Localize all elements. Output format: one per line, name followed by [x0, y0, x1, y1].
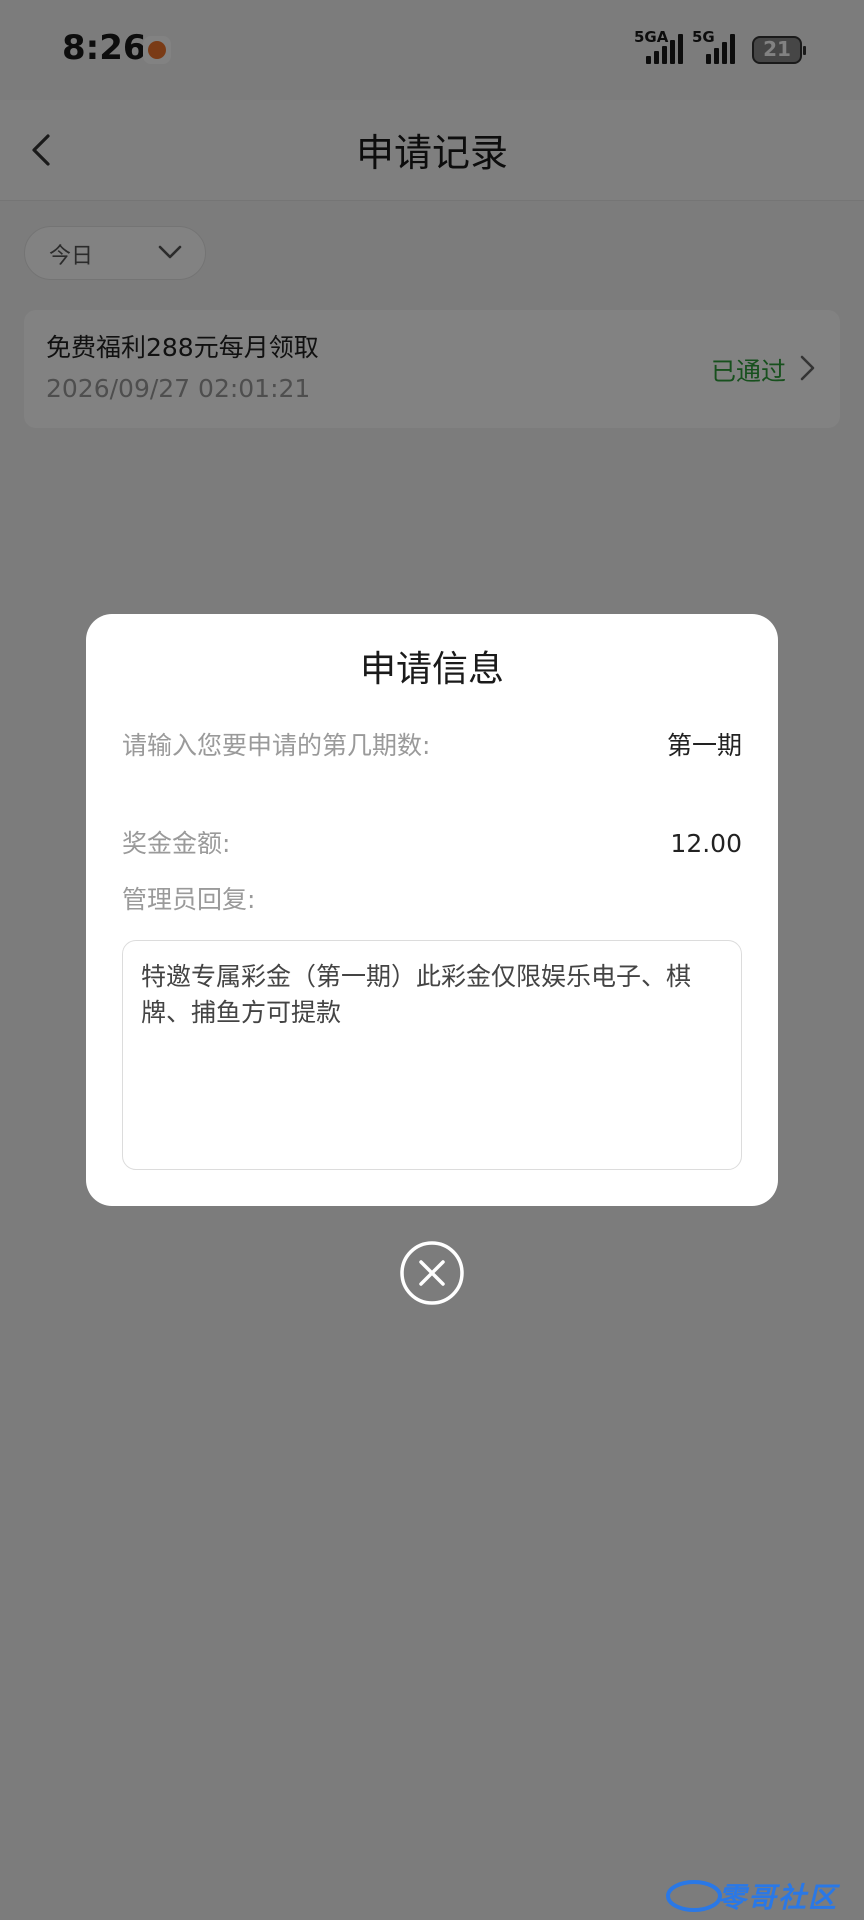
amount-value: 12.00 — [670, 829, 742, 858]
period-label: 请输入您要申请的第几期数: — [122, 731, 431, 760]
amount-label: 奖金金额: — [122, 829, 231, 858]
period-value: 第一期 — [666, 731, 742, 760]
watermark-text: 零哥社区 — [718, 1881, 839, 1914]
dialog-title: 申请信息 — [359, 649, 504, 690]
watermark-logo: 零哥社区 — [664, 1872, 854, 1914]
watermark-swoosh-icon — [666, 1880, 722, 1912]
reply-label: 管理员回复: — [122, 885, 256, 914]
close-dialog-button[interactable] — [399, 1240, 465, 1306]
application-info-dialog: 申请信息 请输入您要申请的第几期数: 第一期 奖金金额: 12.00 管理员回复… — [86, 614, 778, 1206]
admin-reply-textarea[interactable]: 特邀专属彩金（第一期）此彩金仅限娱乐电子、棋牌、捕鱼方可提款 — [122, 940, 742, 1170]
close-circle-icon — [400, 1241, 464, 1305]
